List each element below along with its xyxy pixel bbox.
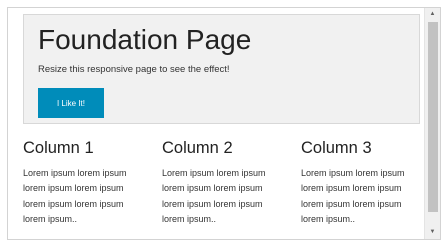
- browser-viewport-frame: Foundation Page Resize this responsive p…: [7, 7, 441, 240]
- scroll-up-icon[interactable]: ▲: [425, 8, 440, 21]
- column-text: Lorem ipsum lorem ipsum lorem ipsum lore…: [301, 167, 405, 225]
- column-2: Column 2 Lorem ipsum lorem ipsum lorem i…: [162, 139, 287, 228]
- scrollbar-thumb[interactable]: [428, 22, 438, 212]
- like-button[interactable]: I Like It!: [38, 88, 104, 118]
- page-content: Foundation Page Resize this responsive p…: [8, 8, 425, 239]
- vertical-scrollbar[interactable]: ▲ ▼: [424, 8, 440, 239]
- page-subtitle: Resize this responsive page to see the e…: [38, 64, 230, 75]
- scroll-down-icon[interactable]: ▼: [425, 226, 440, 239]
- column-title: Column 2: [162, 139, 233, 157]
- column-text: Lorem ipsum lorem ipsum lorem ipsum lore…: [23, 167, 127, 225]
- column-title: Column 1: [23, 139, 94, 157]
- jumbotron-panel: Foundation Page Resize this responsive p…: [23, 14, 420, 124]
- column-1: Column 1 Lorem ipsum lorem ipsum lorem i…: [23, 139, 148, 228]
- column-title: Column 3: [301, 139, 372, 157]
- page-title: Foundation Page: [38, 24, 252, 55]
- column-3: Column 3 Lorem ipsum lorem ipsum lorem i…: [301, 139, 425, 228]
- column-text: Lorem ipsum lorem ipsum lorem ipsum lore…: [162, 167, 266, 225]
